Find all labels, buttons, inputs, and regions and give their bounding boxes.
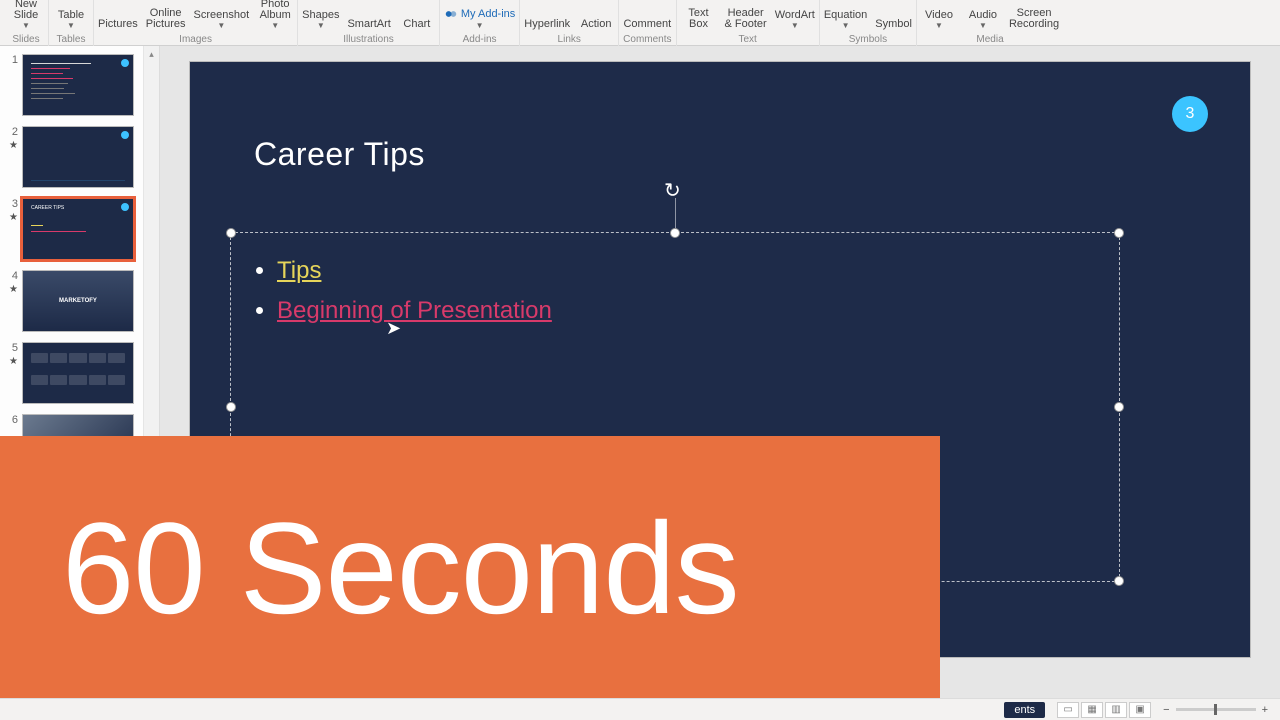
hyperlink-tips[interactable]: Tips [277,257,321,284]
ribbon-button[interactable]: Shapes▼ [302,10,339,30]
ribbon-group-label: Slides [12,34,39,46]
thumbnail-number: 2 [6,126,18,138]
ribbon: New Slide▼ Slides Table▼ Tables Pictures Onli… [0,0,1280,46]
view-slideshow-button[interactable]: ▣ [1129,702,1151,718]
dropdown-caret-icon: ▼ [791,21,799,30]
zoom-control: − + [1163,704,1268,716]
notes-button[interactable]: ents [1004,702,1045,718]
ribbon-group: Text Box Header & Footer WordArt▼ Text [677,0,820,46]
ribbon-button[interactable]: Photo Album▼ [257,0,293,30]
ribbon-group: Table▼ Tables [49,0,94,46]
thumbnail-number: 1 [6,54,18,66]
slide-title: Career Tips [254,136,425,173]
ribbon-button[interactable]: Chart [399,19,435,30]
ribbon-button[interactable]: Comment [623,19,671,30]
dropdown-caret-icon: ▼ [842,21,850,30]
zoom-out-button[interactable]: − [1163,704,1169,716]
slide-thumbnail[interactable] [22,342,134,404]
scroll-up-icon[interactable]: ▴ [144,46,159,62]
thumbnail-number: 6 [6,414,18,426]
overlay-banner: 60 Seconds [0,436,940,700]
ribbon-button[interactable]: My Add-ins▼ [444,7,515,30]
ribbon-group: Pictures Online Pictures Screenshot▼ Photo … [94,0,298,46]
ribbon-group-label: Media [976,34,1003,46]
ribbon-group: My Add-ins▼ Add-ins [440,0,520,46]
thumbnail-number: 3 [6,198,18,210]
resize-handle-ne[interactable] [1114,228,1124,238]
ribbon-button[interactable]: Pictures [98,19,138,30]
thumbnail-row: 4 ★ MARKETOFY [0,268,159,340]
ribbon-group-label: Links [558,34,581,46]
ribbon-button[interactable]: Screenshot▼ [194,10,250,30]
ribbon-button[interactable]: Text Box [681,8,717,30]
ribbon-button[interactable]: Action [578,19,614,30]
ribbon-button[interactable]: Audio▼ [965,10,1001,30]
slide-number-badge: 3 [1172,96,1208,132]
ribbon-group: Equation▼ Symbol Symbols [820,0,917,46]
thumbnail-row: 5★ [0,340,159,412]
ribbon-button[interactable]: Symbol [875,19,912,30]
dropdown-caret-icon: ▼ [271,21,279,30]
ribbon-button[interactable]: Equation▼ [824,10,867,30]
thumbnail-row: 1 [0,52,159,124]
ribbon-group-label: Tables [57,34,86,46]
ribbon-group-label: Images [179,34,212,46]
thumbnail-number: 5 [6,342,18,354]
dropdown-caret-icon: ▼ [935,21,943,30]
animation-star-icon: ★ [9,212,18,223]
hyperlink-beginning[interactable]: Beginning of Presentation [277,297,552,324]
ribbon-group: Comment Comments [619,0,676,46]
zoom-in-button[interactable]: + [1262,704,1268,716]
bullet-list: Tips Beginning of Presentation [231,233,1119,325]
ribbon-group-label: Symbols [849,34,887,46]
thumbnail-row: 2★ [0,124,159,196]
slide-thumbnail[interactable] [22,126,134,188]
ribbon-group: Shapes▼ SmartArt Chart Illustrations [298,0,440,46]
view-reading-button[interactable]: ▥ [1105,702,1127,718]
ribbon-group: Video▼ Audio▼ Screen Recording Media [917,0,1063,46]
status-bar: ents ▭ ▦ ▥ ▣ − + [0,698,1280,720]
animation-star-icon: ★ [9,140,18,151]
slide-thumbnail[interactable] [22,54,134,116]
ribbon-button[interactable]: Table▼ [53,10,89,30]
resize-handle-w[interactable] [226,402,236,412]
resize-handle-n[interactable] [670,228,680,238]
ribbon-group-label: Add-ins [463,34,497,46]
dropdown-caret-icon: ▼ [217,21,225,30]
ribbon-button[interactable]: Screen Recording [1009,8,1059,30]
ribbon-group: Hyperlink Action Links [520,0,619,46]
animation-star-icon: ★ [9,284,18,295]
rotate-handle-icon[interactable]: ↻ [664,178,681,203]
dropdown-caret-icon: ▼ [22,21,30,30]
view-normal-button[interactable]: ▭ [1057,702,1079,718]
dropdown-caret-icon: ▼ [67,21,75,30]
resize-handle-se[interactable] [1114,576,1124,586]
ribbon-group: New Slide▼ Slides [4,0,49,46]
ribbon-button[interactable]: Video▼ [921,10,957,30]
ribbon-group-label: Comments [623,34,671,46]
thumbnail-number: 4 [6,270,18,282]
thumbnail-row: 3 ★ CAREER TIPS [0,196,159,268]
view-sorter-button[interactable]: ▦ [1081,702,1103,718]
ribbon-button[interactable]: Hyperlink [524,19,570,30]
ribbon-button[interactable]: SmartArt [347,19,390,30]
ribbon-button[interactable]: WordArt▼ [775,10,815,30]
dropdown-caret-icon: ▼ [979,21,987,30]
ribbon-group-label: Illustrations [343,34,394,46]
slide-thumbnail[interactable]: MARKETOFY [22,270,134,332]
view-switcher: ▭ ▦ ▥ ▣ [1057,702,1151,718]
bullet-item: Beginning of Presentation [277,297,1091,325]
dropdown-caret-icon: ▼ [317,21,325,30]
dropdown-caret-icon: ▼ [476,21,484,30]
ribbon-button[interactable]: New Slide▼ [8,0,44,30]
slide-thumbnail[interactable]: CAREER TIPS [22,198,134,260]
bullet-item: Tips [277,257,1091,285]
ribbon-button[interactable]: Online Pictures [146,8,186,30]
zoom-slider[interactable] [1176,708,1256,711]
animation-star-icon: ★ [9,356,18,367]
ribbon-button[interactable]: Header & Footer [725,8,767,30]
resize-handle-nw[interactable] [226,228,236,238]
ribbon-group-label: Text [739,34,757,46]
resize-handle-e[interactable] [1114,402,1124,412]
